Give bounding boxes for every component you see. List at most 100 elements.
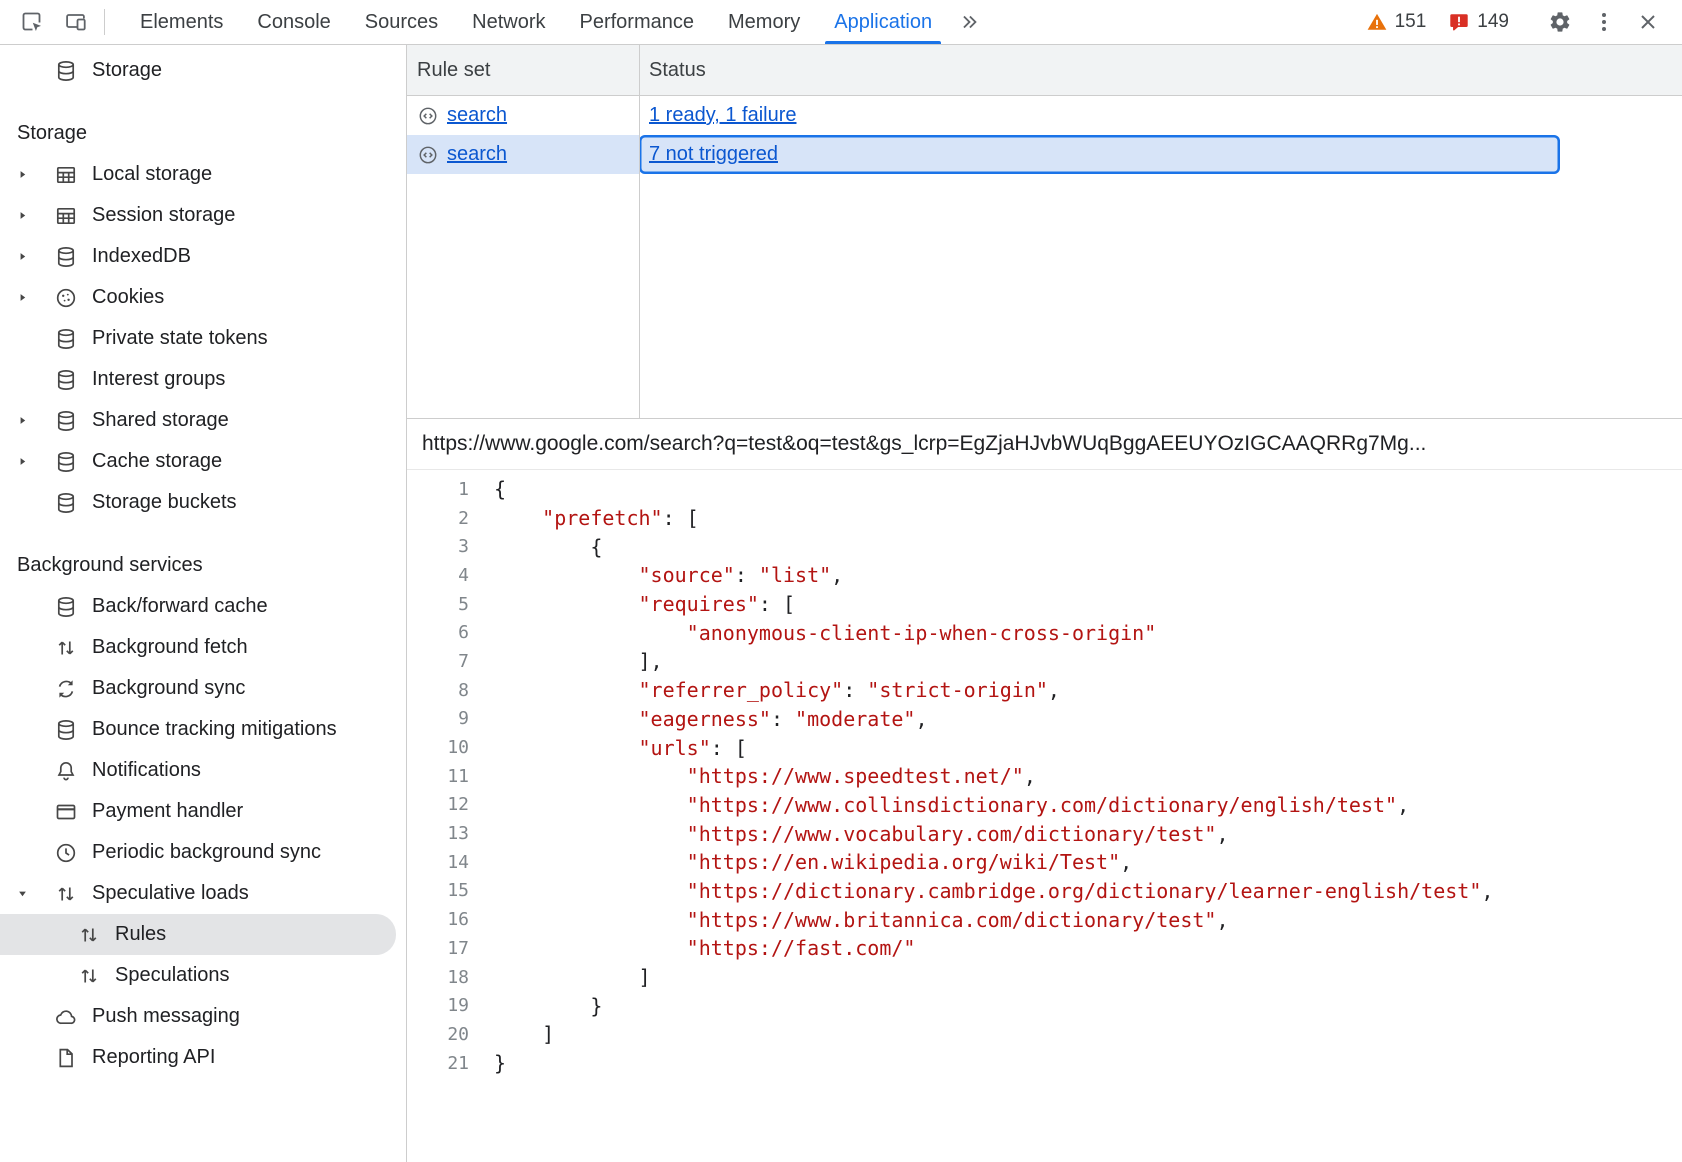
- rule-set-cell[interactable]: search: [407, 96, 639, 135]
- code-line-content: "referrer_policy": "strict-origin",: [494, 678, 1060, 702]
- inspect-icon: [20, 10, 44, 34]
- warning-icon: [1366, 11, 1388, 33]
- more-tabs-icon: [958, 11, 980, 33]
- json-source-viewer: 1{2 "prefetch": [3 {4 "source": "list",5…: [407, 470, 1682, 1162]
- code-line-content: "urls": [: [494, 736, 747, 760]
- code-line: 20 ]: [407, 1020, 1682, 1049]
- sidebar-item-cookies[interactable]: Cookies: [0, 277, 406, 318]
- sidebar-section-background-services: Background services: [0, 545, 406, 586]
- errors-badge[interactable]: 149: [1437, 0, 1520, 44]
- sidebar-item-private-state-tokens[interactable]: Private state tokens: [0, 318, 406, 359]
- rule-set-row[interactable]: search 1 ready, 1 failure: [407, 96, 1682, 135]
- warnings-badge[interactable]: 151: [1355, 0, 1438, 44]
- sidebar-item-session-storage[interactable]: Session storage: [0, 195, 406, 236]
- code-line-content: ]: [494, 965, 651, 989]
- rule-set-icon: [417, 144, 439, 166]
- sidebar-item-label: Back/forward cache: [92, 595, 268, 618]
- expand-arrow-icon[interactable]: [16, 209, 54, 222]
- code-line: 10 "urls": [: [407, 733, 1682, 762]
- sidebar-item-background-sync[interactable]: Background sync: [0, 668, 406, 709]
- status-link[interactable]: 7 not triggered: [649, 143, 778, 166]
- grid-header-row: Rule set Status: [407, 45, 1682, 96]
- error-icon: [1448, 11, 1470, 33]
- rule-set-preview: https://www.google.com/search?q=test&oq=…: [407, 419, 1682, 1162]
- document-icon: [54, 1046, 78, 1070]
- close-button[interactable]: [1626, 0, 1670, 44]
- tab-elements[interactable]: Elements: [123, 0, 240, 44]
- expand-arrow-icon[interactable]: [16, 455, 54, 468]
- tab-application[interactable]: Application: [817, 0, 949, 44]
- code-line-content: "https://www.collinsdictionary.com/dicti…: [494, 793, 1409, 817]
- expand-arrow-icon[interactable]: [16, 250, 54, 263]
- tab-console[interactable]: Console: [240, 0, 347, 44]
- sidebar-item-reporting-api[interactable]: Reporting API: [0, 1037, 406, 1078]
- code-line: 8 "referrer_policy": "strict-origin",: [407, 676, 1682, 705]
- tab-memory[interactable]: Memory: [711, 0, 817, 44]
- rule-set-icon: [417, 105, 439, 127]
- code-line: 17 "https://fast.com/": [407, 934, 1682, 963]
- database-icon: [54, 450, 78, 474]
- column-header-rule-set[interactable]: Rule set: [407, 45, 639, 95]
- line-number: 3: [407, 536, 469, 557]
- inspect-button[interactable]: [10, 0, 54, 44]
- code-line: 19 }: [407, 991, 1682, 1020]
- sidebar-item-storage-overview[interactable]: Storage: [0, 50, 406, 91]
- tab-sources[interactable]: Sources: [348, 0, 455, 44]
- line-number: 2: [407, 508, 469, 529]
- sidebar-item-cache-storage[interactable]: Cache storage: [0, 441, 406, 482]
- sidebar-item-speculations[interactable]: Speculations: [0, 955, 406, 996]
- rule-set-source-url: https://www.google.com/search?q=test&oq=…: [407, 419, 1682, 470]
- sidebar-item-shared-storage[interactable]: Shared storage: [0, 400, 406, 441]
- sidebar-item-rules[interactable]: Rules: [0, 914, 396, 955]
- code-line: 2 "prefetch": [: [407, 504, 1682, 533]
- sidebar-item-local-storage[interactable]: Local storage: [0, 154, 406, 195]
- code-line-content: "https://dictionary.cambridge.org/dictio…: [494, 879, 1493, 903]
- sidebar-item-storage-buckets[interactable]: Storage buckets: [0, 482, 406, 523]
- tab-performance[interactable]: Performance: [563, 0, 712, 44]
- device-toolbar-button[interactable]: [54, 0, 98, 44]
- settings-button[interactable]: [1538, 0, 1582, 44]
- rule-set-link[interactable]: search: [447, 143, 507, 166]
- database-icon: [54, 368, 78, 392]
- rule-set-link[interactable]: search: [447, 104, 507, 127]
- sidebar-item-interest-groups[interactable]: Interest groups: [0, 359, 406, 400]
- column-divider[interactable]: [639, 45, 640, 418]
- more-tabs-button[interactable]: [949, 0, 989, 44]
- sidebar-item-label: Shared storage: [92, 409, 229, 432]
- rule-set-row-selected[interactable]: search 7 not triggered: [407, 135, 1682, 174]
- code-line-content: }: [494, 994, 602, 1018]
- sidebar-item-label: IndexedDB: [92, 245, 191, 268]
- column-header-status[interactable]: Status: [639, 45, 706, 95]
- expand-arrow-icon[interactable]: [16, 168, 54, 181]
- tab-network[interactable]: Network: [455, 0, 562, 44]
- status-cell-focused[interactable]: 7 not triggered: [639, 135, 1560, 174]
- sidebar-item-periodic-background-sync[interactable]: Periodic background sync: [0, 832, 406, 873]
- status-cell[interactable]: 1 ready, 1 failure: [639, 96, 1560, 135]
- sidebar-section-storage: Storage: [0, 113, 406, 154]
- status-link[interactable]: 1 ready, 1 failure: [649, 104, 797, 127]
- menu-button[interactable]: [1582, 0, 1626, 44]
- sidebar-item-bounce-tracking-mitigations[interactable]: Bounce tracking mitigations: [0, 709, 406, 750]
- sidebar-item-label: Payment handler: [92, 800, 243, 823]
- sidebar-item-push-messaging[interactable]: Push messaging: [0, 996, 406, 1037]
- sidebar-item-payment-handler[interactable]: Payment handler: [0, 791, 406, 832]
- code-line: 12 "https://www.collinsdictionary.com/di…: [407, 791, 1682, 820]
- code-line-content: {: [494, 535, 602, 559]
- line-number: 20: [407, 1024, 469, 1045]
- sidebar-item-notifications[interactable]: Notifications: [0, 750, 406, 791]
- sidebar-item-label: Push messaging: [92, 1005, 240, 1028]
- line-number: 8: [407, 680, 469, 701]
- line-number: 14: [407, 852, 469, 873]
- expand-arrow-icon[interactable]: [16, 291, 54, 304]
- sidebar-item-back-forward-cache[interactable]: Back/forward cache: [0, 586, 406, 627]
- collapse-arrow-icon[interactable]: [16, 887, 54, 900]
- sidebar-item-speculative-loads[interactable]: Speculative loads: [0, 873, 406, 914]
- rule-sets-grid: Rule set Status search 1 ready, 1 failur…: [407, 45, 1682, 419]
- rule-set-cell[interactable]: search: [407, 135, 639, 174]
- sidebar-item-background-fetch[interactable]: Background fetch: [0, 627, 406, 668]
- line-number: 17: [407, 938, 469, 959]
- expand-arrow-icon[interactable]: [16, 414, 54, 427]
- sidebar-item-indexeddb[interactable]: IndexedDB: [0, 236, 406, 277]
- code-line-content: "anonymous-client-ip-when-cross-origin": [494, 621, 1156, 645]
- sync-icon: [54, 677, 78, 701]
